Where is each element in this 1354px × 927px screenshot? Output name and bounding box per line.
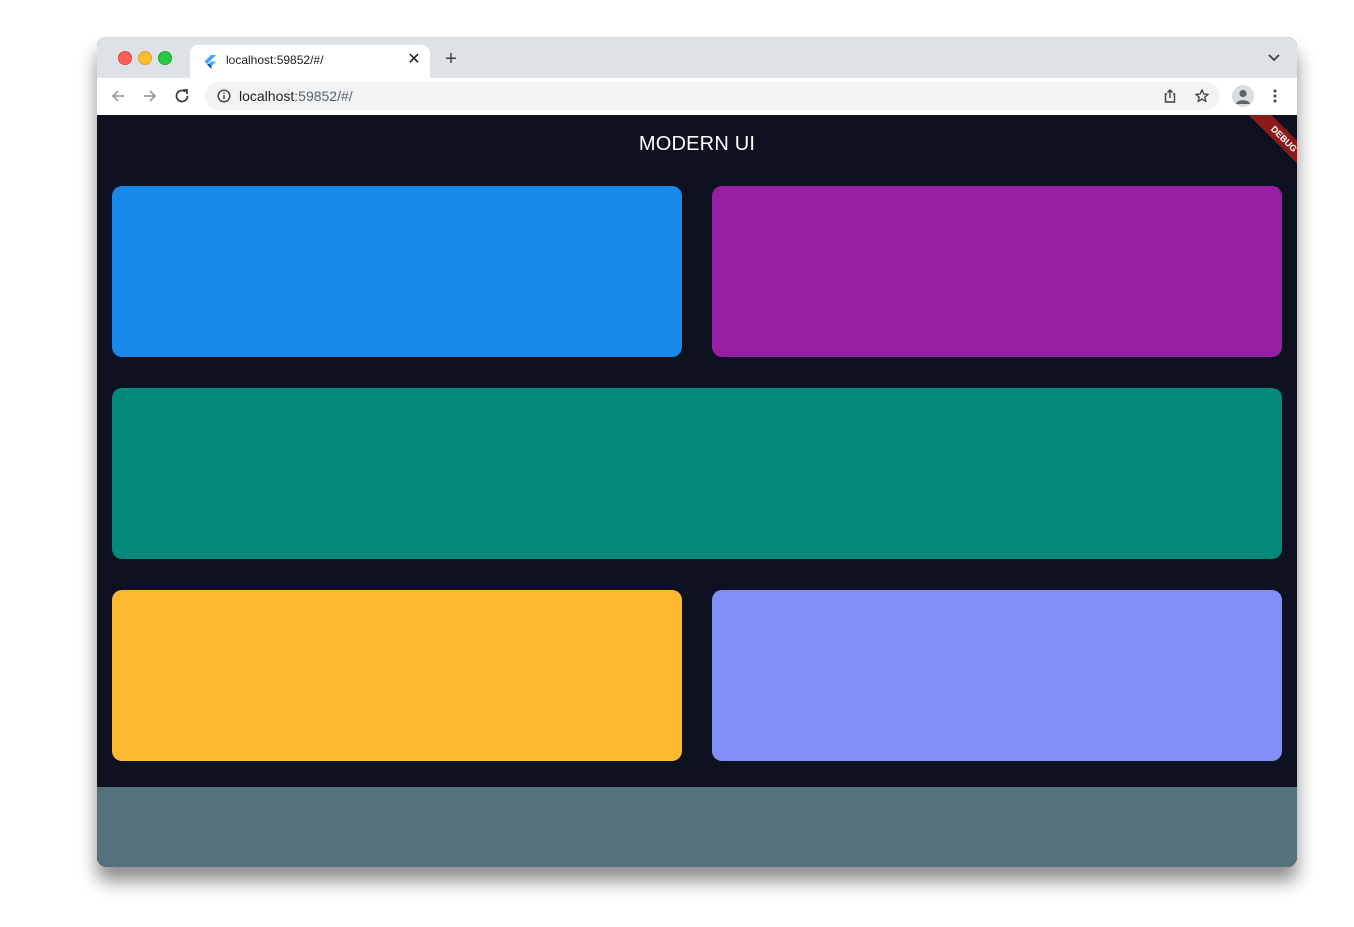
debug-banner-label: DEBUG: [1246, 115, 1297, 175]
app-page: MODERN UI DEBUG: [97, 115, 1297, 867]
back-arrow-icon[interactable]: [109, 87, 127, 105]
minimize-window-button[interactable]: [138, 51, 152, 65]
flutter-icon: [204, 55, 216, 69]
profile-icon[interactable]: [1232, 85, 1254, 107]
more-menu-icon[interactable]: [1267, 88, 1283, 104]
url-path: :59852/#/: [294, 88, 353, 104]
browser-toolbar: localhost:59852/#/: [97, 78, 1297, 116]
info-icon[interactable]: [217, 89, 231, 103]
tab-strip: localhost:59852/#/ ✕ +: [97, 37, 1297, 78]
avatar-glyph: [1236, 89, 1250, 104]
card-blue: [112, 186, 682, 357]
maximize-window-button[interactable]: [158, 51, 172, 65]
reload-icon[interactable]: [173, 87, 191, 105]
address-bar[interactable]: localhost:59852/#/: [205, 82, 1220, 110]
new-tab-button[interactable]: +: [442, 49, 460, 69]
tab-title: localhost:59852/#/: [226, 53, 324, 67]
close-window-button[interactable]: [118, 51, 132, 65]
url-text[interactable]: localhost:59852/#/: [239, 88, 353, 104]
debug-banner: DEBUG: [1237, 115, 1297, 175]
app-title: MODERN UI: [638, 133, 756, 155]
tab-search-icon[interactable]: [1267, 53, 1281, 63]
card-amber: [112, 590, 682, 761]
bottom-bar: [97, 787, 1297, 867]
url-host: localhost: [239, 88, 295, 104]
card-teal: [112, 388, 1282, 559]
share-icon[interactable]: [1162, 88, 1178, 104]
browser-window: localhost:59852/#/ ✕ + localhost:59852/#…: [97, 37, 1297, 867]
card-indigo: [712, 590, 1282, 761]
card-purple: [712, 186, 1282, 357]
star-icon[interactable]: [1194, 88, 1210, 104]
tab-close-button[interactable]: ✕: [406, 52, 422, 68]
browser-tab[interactable]: localhost:59852/#/ ✕: [190, 45, 430, 78]
forward-arrow-icon[interactable]: [141, 87, 159, 105]
